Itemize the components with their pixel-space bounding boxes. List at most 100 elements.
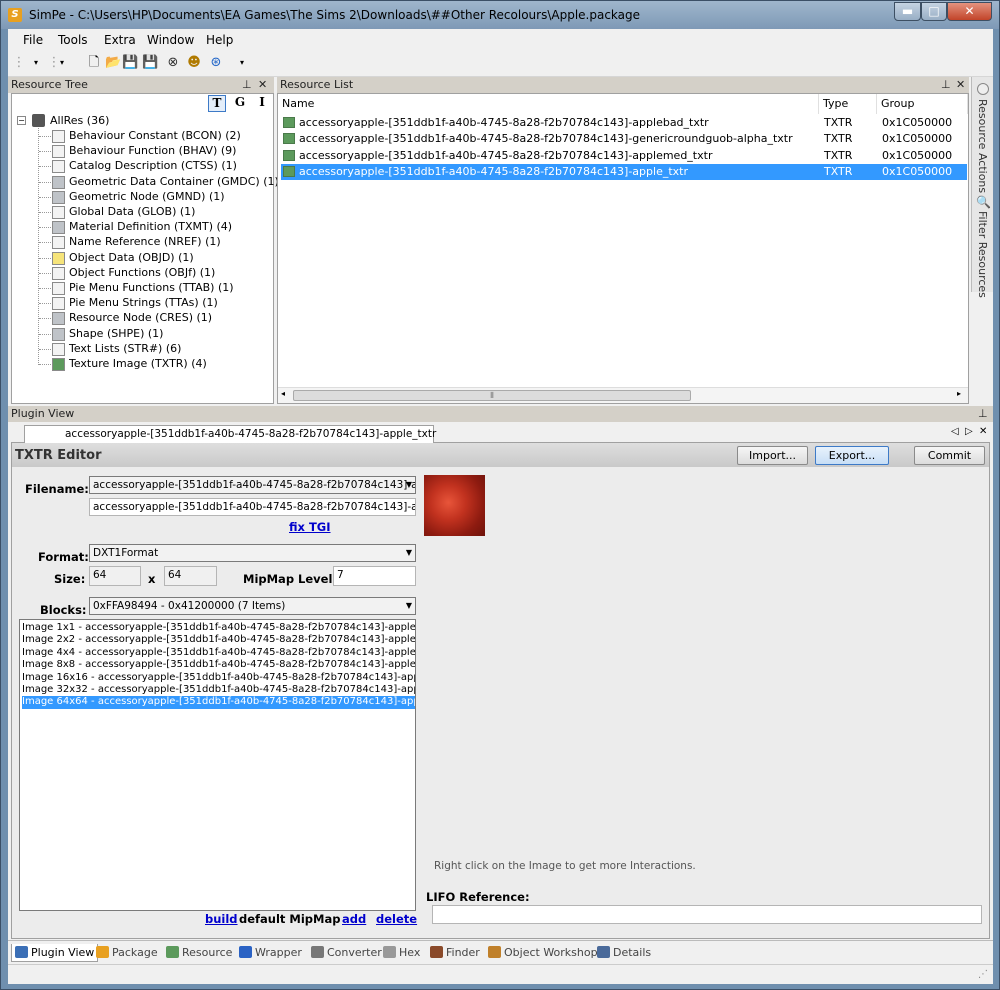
wrapper-tab[interactable]: Wrapper — [239, 944, 302, 962]
column-header-name[interactable]: Name — [278, 94, 819, 114]
tree-item[interactable]: Geometric Data Container (GMDC) (1) — [69, 175, 279, 188]
list-item[interactable]: Image 16x16 - accessoryapple-[351ddb1f-a… — [22, 672, 415, 685]
tab-prev-icon[interactable]: ◁ — [951, 426, 959, 437]
dropdown-arrow-icon[interactable]: ▾ — [28, 55, 44, 71]
format-combo[interactable]: DXT1Format ▼ — [89, 544, 416, 562]
close-package-icon[interactable]: ⊗ — [165, 55, 181, 71]
dropdown-arrow-icon[interactable]: ▾ — [234, 55, 250, 71]
tree-item[interactable]: Object Data (OBJD) (1) — [69, 251, 194, 264]
object-workshop-tab[interactable]: Object Workshop — [488, 944, 598, 962]
filter-instance-button[interactable]: I — [253, 95, 271, 112]
close-icon[interactable]: ✕ — [258, 77, 267, 93]
list-item[interactable]: Image 4x4 - accessoryapple-[351ddb1f-a40… — [22, 647, 415, 660]
build-link[interactable]: build — [205, 912, 238, 926]
tree-root[interactable]: AllRes (36) — [50, 114, 109, 127]
delete-link[interactable]: delete — [376, 912, 417, 926]
tree-item[interactable]: Behaviour Function (BHAV) (9) — [69, 144, 236, 157]
tree-item[interactable]: Object Functions (OBJf) (1) — [69, 266, 215, 279]
tree-item[interactable]: Behaviour Constant (BCON) (2) — [69, 129, 241, 142]
filter-resources-tab[interactable]: Filter Resources — [976, 211, 989, 298]
dropdown-arrow-icon[interactable]: ▾ — [54, 55, 70, 71]
tree-item[interactable]: Shape (SHPE) (1) — [69, 327, 163, 340]
hex-tab[interactable]: Hex — [383, 944, 420, 962]
menu-tools[interactable]: Tools — [58, 33, 88, 47]
list-item[interactable]: Image 2x2 - accessoryapple-[351ddb1f-a40… — [22, 634, 415, 647]
fix-tgi-link[interactable]: fix TGI — [289, 520, 331, 534]
details-tab[interactable]: Details — [597, 944, 651, 962]
resize-grip-icon[interactable]: ⋰ — [978, 969, 988, 980]
resource-tab[interactable]: Resource — [166, 944, 232, 962]
new-file-icon[interactable]: 🗋 — [86, 55, 102, 71]
tree-guide-line — [39, 181, 51, 183]
menu-extra[interactable]: Extra — [104, 33, 136, 47]
tab-next-icon[interactable]: ▷ — [965, 426, 973, 437]
finder-tab[interactable]: Finder — [430, 944, 480, 962]
tree-item[interactable]: Material Definition (TXMT) (4) — [69, 220, 232, 233]
scroll-right-icon[interactable]: ▸ — [957, 389, 961, 398]
pin-icon[interactable]: ⊥ — [941, 77, 951, 93]
mipmap-level-field[interactable]: 7 — [333, 566, 416, 586]
width-field[interactable]: 64 — [89, 566, 141, 586]
column-header-group[interactable]: Group — [877, 94, 968, 114]
tree-item[interactable]: Catalog Description (CTSS) (1) — [69, 159, 237, 172]
menu-file[interactable]: File — [23, 33, 43, 47]
converter-tab[interactable]: Converter — [311, 944, 382, 962]
filter-group-button[interactable]: G — [231, 95, 249, 112]
tree-item[interactable]: Global Data (GLOB) (1) — [69, 205, 195, 218]
close-icon[interactable]: ✕ — [956, 77, 965, 93]
menu-help[interactable]: Help — [206, 33, 233, 47]
open-folder-icon[interactable]: 📂 — [105, 55, 121, 71]
filter-type-button[interactable]: T — [208, 95, 226, 112]
plugin-document-tab[interactable]: accessoryapple-[351ddb1f-a40b-4745-8a28-… — [24, 425, 436, 443]
resource-tree[interactable]: T G I − AllRes (36) Behaviour Constant (… — [11, 93, 279, 404]
list-item[interactable]: Image 8x8 - accessoryapple-[351ddb1f-a40… — [22, 659, 415, 672]
table-row[interactable]: accessoryapple-[351ddb1f-a40b-4745-8a28-… — [281, 148, 967, 164]
list-item[interactable]: Image 64x64 - accessoryapple-[351ddb1f-a… — [22, 696, 415, 709]
table-row[interactable]: accessoryapple-[351ddb1f-a40b-4745-8a28-… — [281, 163, 967, 180]
scrollbar-thumb[interactable]: ⦀ — [293, 390, 691, 401]
pin-icon[interactable]: ⊥ — [242, 77, 252, 93]
plugin-view-tab[interactable]: Plugin View — [11, 944, 99, 962]
collapse-icon[interactable]: − — [17, 116, 26, 125]
resource-list[interactable]: Name Type Group accessoryapple-[351ddb1f… — [277, 93, 969, 404]
texture-preview-image[interactable] — [424, 475, 485, 536]
package-tab[interactable]: Package — [96, 944, 158, 962]
tree-item[interactable]: Resource Node (CRES) (1) — [69, 311, 212, 324]
filename-combo[interactable]: accessoryapple-[351ddb1f-a40b-4745-8a28-… — [89, 476, 416, 494]
users-icon[interactable]: ☻ — [186, 55, 202, 71]
save-as-icon[interactable]: 💾 — [142, 55, 158, 71]
blocks-combo[interactable]: 0xFFA98494 - 0x41200000 (7 Items) ▼ — [89, 597, 416, 615]
tree-item[interactable]: Texture Image (TXTR) (4) — [69, 357, 207, 370]
pin-icon[interactable]: ⊥ — [978, 406, 988, 422]
chevron-down-icon: ▼ — [405, 480, 412, 489]
horizontal-scrollbar[interactable]: ◂ ⦀ ▸ — [278, 387, 968, 403]
list-item[interactable]: Image 1x1 - accessoryapple-[351ddb1f-a40… — [22, 622, 415, 635]
add-link[interactable]: add — [342, 912, 366, 926]
export-button[interactable]: Export... — [815, 446, 889, 465]
minimize-button[interactable]: ▬ — [894, 2, 921, 21]
tree-item[interactable]: Pie Menu Functions (TTAB) (1) — [69, 281, 234, 294]
lifo-reference-field[interactable] — [432, 905, 982, 924]
tree-item[interactable]: Text Lists (STR#) (6) — [69, 342, 181, 355]
import-button[interactable]: Import... — [737, 446, 808, 465]
scroll-left-icon[interactable]: ◂ — [281, 389, 285, 398]
refresh-icon[interactable]: ⊛ — [208, 55, 224, 71]
table-row[interactable]: accessoryapple-[351ddb1f-a40b-4745-8a28-… — [281, 115, 967, 131]
tree-item[interactable]: Pie Menu Strings (TTAs) (1) — [69, 296, 218, 309]
save-icon[interactable]: 💾 — [122, 55, 138, 71]
commit-button[interactable]: Commit — [914, 446, 985, 465]
filename-field[interactable]: accessoryapple-[351ddb1f-a40b-4745-8a28-… — [89, 498, 416, 516]
tree-guide-line — [39, 151, 51, 153]
maximize-button[interactable]: □ — [921, 2, 947, 21]
tree-item[interactable]: Name Reference (NREF) (1) — [69, 235, 221, 248]
close-button[interactable]: ✕ — [947, 2, 992, 21]
tab-close-icon[interactable]: ✕ — [979, 426, 987, 437]
mipmap-image-list[interactable]: Image 1x1 - accessoryapple-[351ddb1f-a40… — [19, 619, 416, 911]
height-field[interactable]: 64 — [164, 566, 217, 586]
tree-item[interactable]: Geometric Node (GMND) (1) — [69, 190, 225, 203]
resource-actions-tab[interactable]: Resource Actions — [976, 99, 989, 193]
menu-window[interactable]: Window — [147, 33, 194, 47]
list-item[interactable]: Image 32x32 - accessoryapple-[351ddb1f-a… — [22, 684, 415, 697]
column-header-type[interactable]: Type — [819, 94, 877, 114]
table-row[interactable]: accessoryapple-[351ddb1f-a40b-4745-8a28-… — [281, 131, 967, 147]
